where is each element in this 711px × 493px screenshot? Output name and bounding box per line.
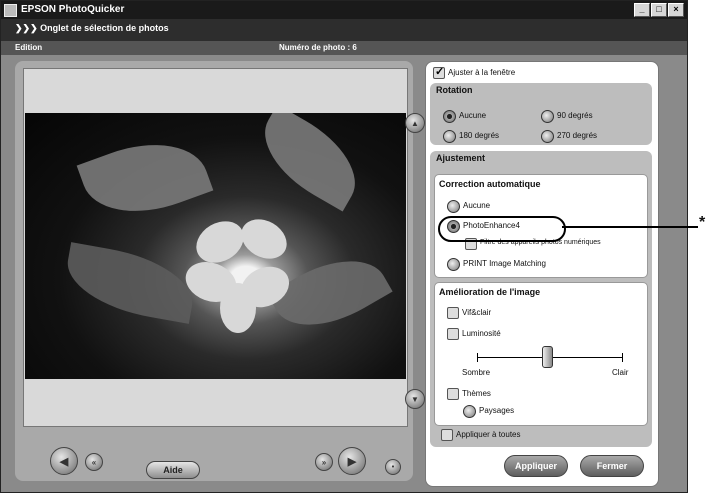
brightness-checkbox[interactable] <box>447 328 459 340</box>
light-label: Clair <box>612 368 629 377</box>
landscape-label: Paysages <box>479 406 515 415</box>
fit-window-checkbox[interactable] <box>433 65 445 79</box>
rotation-none-label: Aucune <box>459 111 487 120</box>
pim-label: PRINT Image Matching <box>463 259 546 268</box>
tab-bar: ❯❯❯ Onglet de sélection de photos <box>1 19 687 41</box>
slider-tick <box>622 353 623 362</box>
rotation-90-radio[interactable] <box>541 110 554 123</box>
brightness-label: Luminosité <box>462 329 501 338</box>
auto-none-radio[interactable] <box>447 200 460 213</box>
help-button-label: Aide <box>163 465 183 475</box>
flower-petal <box>220 283 256 333</box>
leaf-shape <box>247 113 373 212</box>
leaf-shape <box>76 124 214 232</box>
minimize-button[interactable]: _ <box>634 3 650 17</box>
auto-none-label: Aucune <box>463 201 491 210</box>
callout-line <box>562 226 698 228</box>
forward-icon[interactable]: » <box>315 453 333 471</box>
image-improvement-title: Amélioration de l'image <box>439 287 541 297</box>
adjustment-title: Ajustement <box>436 153 486 163</box>
status-bar: Edition Numéro de photo : 6 <box>1 41 687 55</box>
callout-ellipse <box>438 216 566 242</box>
rotation-none-radio[interactable] <box>443 110 456 123</box>
scroll-down-icon[interactable]: ▼ <box>405 389 425 409</box>
application-window: EPSON PhotoQuicker _ □ × ❯❯❯ Onglet de s… <box>0 0 688 493</box>
pim-radio[interactable] <box>447 258 460 271</box>
maximize-button[interactable]: □ <box>651 3 667 17</box>
fit-window-label: Ajuster à la fenêtre <box>448 68 516 77</box>
image-improvement-group <box>434 282 648 426</box>
apply-all-label: Appliquer à toutes <box>456 430 521 439</box>
close-button-label: Fermer <box>596 461 628 471</box>
close-window-button[interactable]: × <box>668 3 684 17</box>
arrow-left-icon[interactable]: ◀ <box>50 447 78 475</box>
rotation-180-radio[interactable] <box>443 130 456 143</box>
rotation-90-label: 90 degrés <box>557 111 593 120</box>
landscape-radio[interactable] <box>463 405 476 418</box>
window-title: EPSON PhotoQuicker <box>21 4 125 15</box>
brightness-slider-thumb[interactable] <box>542 346 553 368</box>
expand-icon[interactable]: • <box>385 459 401 475</box>
auto-correction-title: Correction automatique <box>439 179 541 189</box>
vivid-checkbox[interactable] <box>447 307 459 319</box>
photo-preview-frame <box>23 68 408 427</box>
themes-checkbox[interactable] <box>447 388 459 400</box>
title-bar: EPSON PhotoQuicker _ □ × <box>1 1 687 19</box>
arrow-right-icon[interactable]: ▶ <box>338 447 366 475</box>
apply-all-checkbox[interactable] <box>441 429 453 441</box>
callout-marker: * <box>699 214 706 231</box>
photo-image <box>25 113 406 379</box>
close-button[interactable]: Fermer <box>580 455 644 477</box>
window-controls: _ □ × <box>634 3 684 17</box>
rewind-icon[interactable]: « <box>85 453 103 471</box>
apply-button[interactable]: Appliquer <box>504 455 568 477</box>
help-button[interactable]: Aide <box>146 461 200 479</box>
dark-label: Sombre <box>462 368 491 377</box>
rotation-180-label: 180 degrés <box>459 131 500 140</box>
rotation-title: Rotation <box>436 85 473 95</box>
app-icon <box>4 4 17 17</box>
leaf-shape <box>60 242 200 324</box>
scroll-up-icon[interactable]: ▲ <box>405 113 425 133</box>
edition-label: Edition <box>15 43 43 52</box>
themes-label: Thèmes <box>462 389 491 398</box>
apply-button-label: Appliquer <box>515 461 557 471</box>
rotation-270-radio[interactable] <box>541 130 554 143</box>
vivid-label: Vif&clair <box>462 308 492 317</box>
flower-petal <box>234 211 294 267</box>
photo-number: Numéro de photo : 6 <box>279 43 357 52</box>
rotation-270-label: 270 degrés <box>557 131 598 140</box>
slider-tick <box>477 353 478 362</box>
tab-photo-selection[interactable]: ❯❯❯ Onglet de sélection de photos <box>15 23 169 34</box>
